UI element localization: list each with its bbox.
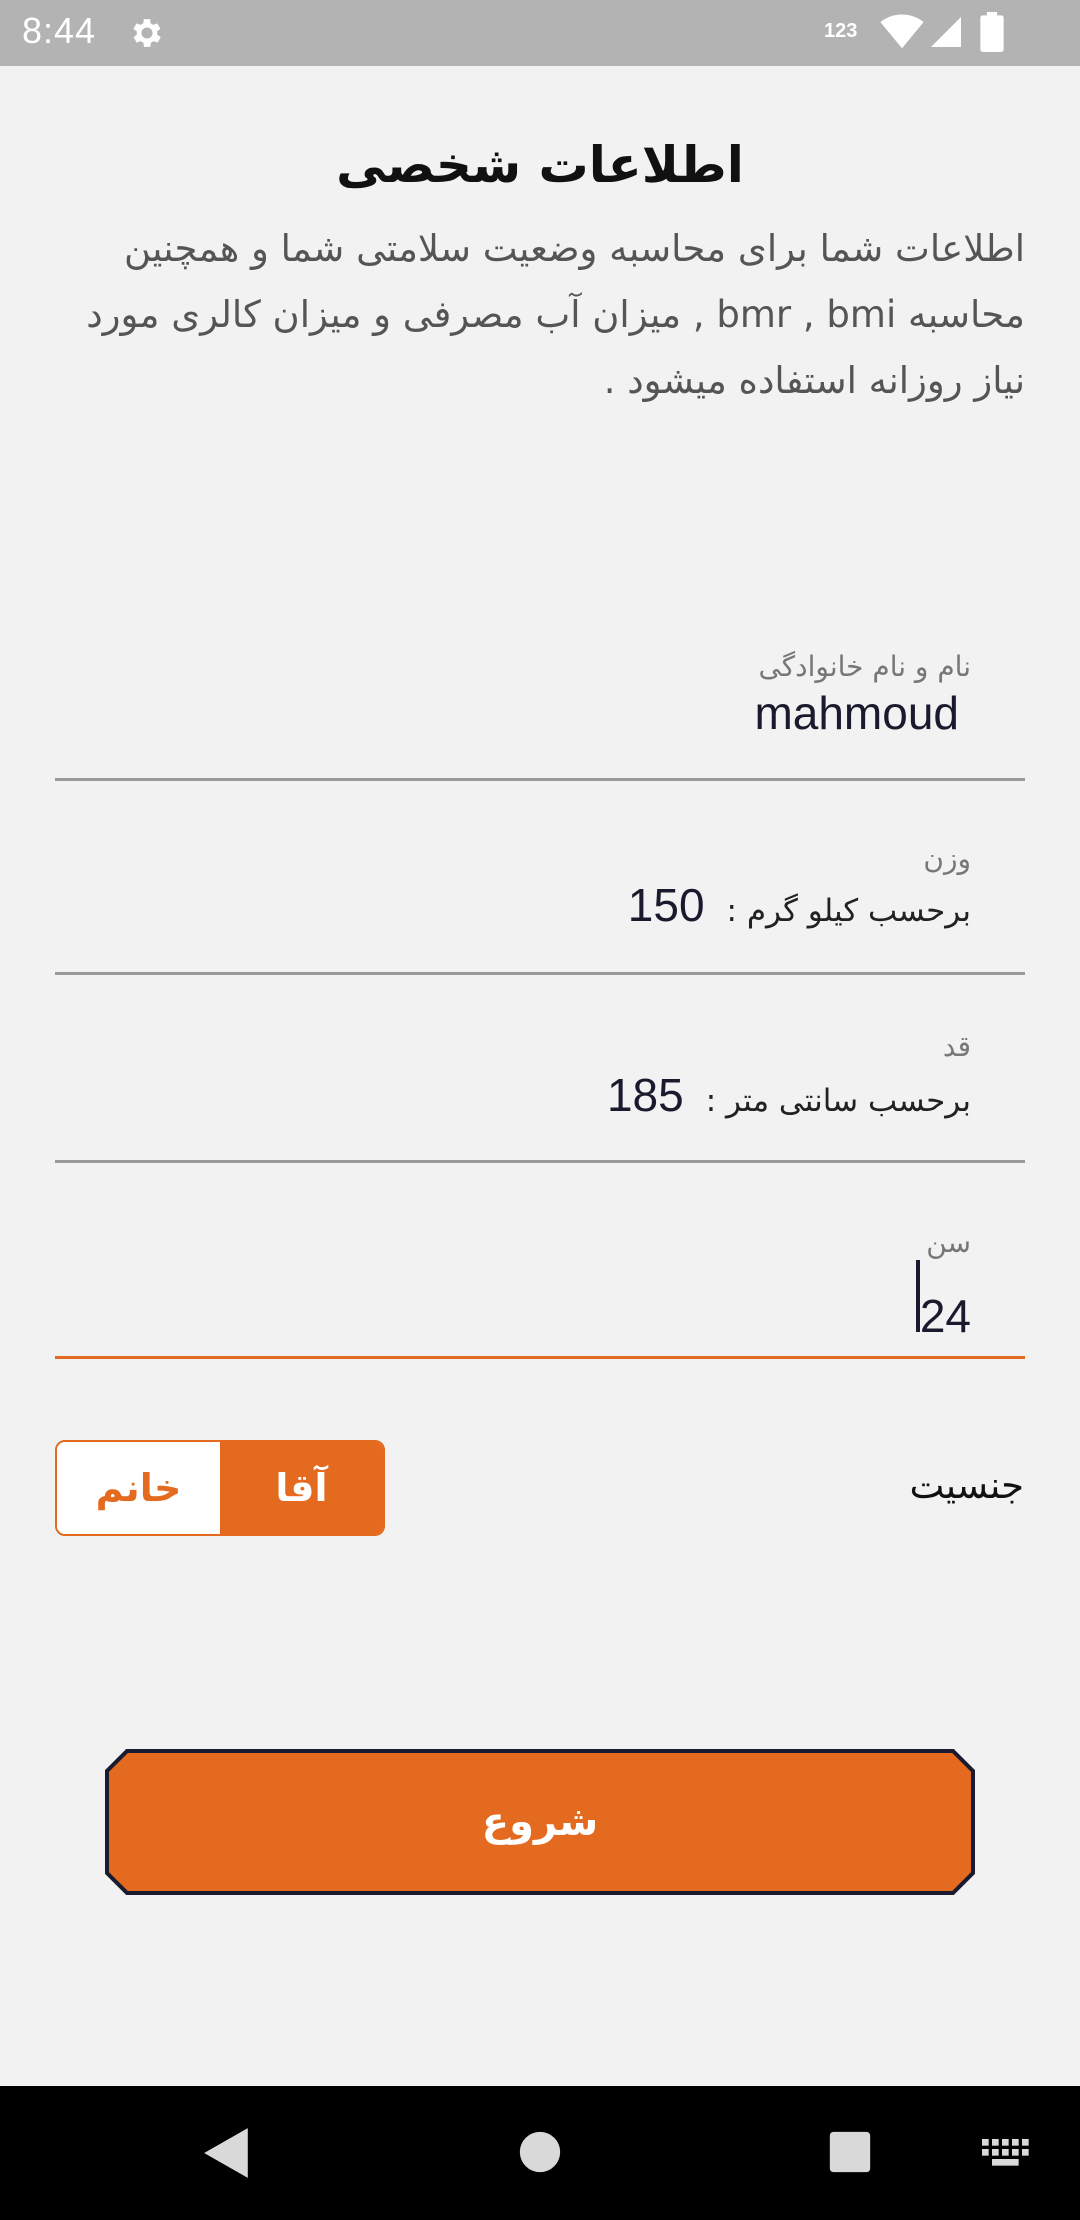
start-button[interactable]: شروع [105, 1749, 975, 1895]
weight-field[interactable]: وزن برحسب کیلو گرم : 150 [55, 842, 1025, 977]
age-field-row: 24 [914, 1260, 971, 1343]
height-field-underline [55, 1160, 1025, 1163]
wifi-icon [880, 14, 924, 49]
text-cursor [915, 1260, 920, 1332]
gender-toggle: خانم آقا [55, 1440, 385, 1536]
name-field-label: نام و نام خانوادگی [758, 650, 971, 683]
gender-label: جنسیت [909, 1464, 1024, 1507]
start-button-label: شروع [481, 1799, 599, 1845]
signal-icon [931, 17, 961, 47]
gear-icon [133, 19, 161, 47]
status-time: 8:44 [22, 10, 97, 51]
weight-field-label: وزن [923, 842, 971, 875]
age-field-value: 24 [919, 1290, 971, 1342]
weight-field-value: 150 [627, 879, 705, 931]
gender-option-female[interactable]: خانم [57, 1442, 220, 1534]
height-field[interactable]: قد برحسب سانتی متر : 185 [55, 1030, 1025, 1165]
recents-icon[interactable] [828, 2130, 872, 2174]
name-field-underline [55, 778, 1025, 781]
battery-icon [980, 12, 1004, 52]
height-field-label: قد [942, 1030, 971, 1063]
age-field-underline [55, 1356, 1025, 1359]
weight-field-underline [55, 972, 1025, 975]
age-field-label: سن [926, 1226, 971, 1259]
page-title: اطلاعات شخصی [336, 136, 744, 194]
weight-field-row: برحسب کیلو گرم : 150 [628, 878, 971, 932]
navigation-bar [0, 2086, 1080, 2220]
page-description: اطلاعات شما برای محاسبه وضعیت سلامتی شما… [86, 227, 1025, 402]
status-bar: 8:44 123 [0, 0, 1080, 66]
gender-option-male[interactable]: آقا [220, 1442, 383, 1534]
age-field[interactable]: سن 24 [55, 1226, 1025, 1361]
back-icon[interactable] [202, 2126, 252, 2180]
keyboard-icon[interactable] [982, 2138, 1032, 2170]
height-field-value: 185 [606, 1069, 684, 1121]
height-field-row: برحسب سانتی متر : 185 [607, 1068, 971, 1122]
input-mode-indicator: 123 [824, 20, 858, 42]
name-field[interactable]: نام و نام خانوادگی mahmoud [55, 644, 1025, 784]
home-icon[interactable] [518, 2130, 562, 2174]
personal-info-screen: اطلاعات شخصی اطلاعات شما برای محاسبه وضع… [0, 66, 1080, 2086]
weight-field-unit: برحسب کیلو گرم : [726, 893, 971, 929]
height-field-unit: برحسب سانتی متر : [705, 1083, 971, 1119]
name-field-value: mahmoud [754, 687, 959, 739]
